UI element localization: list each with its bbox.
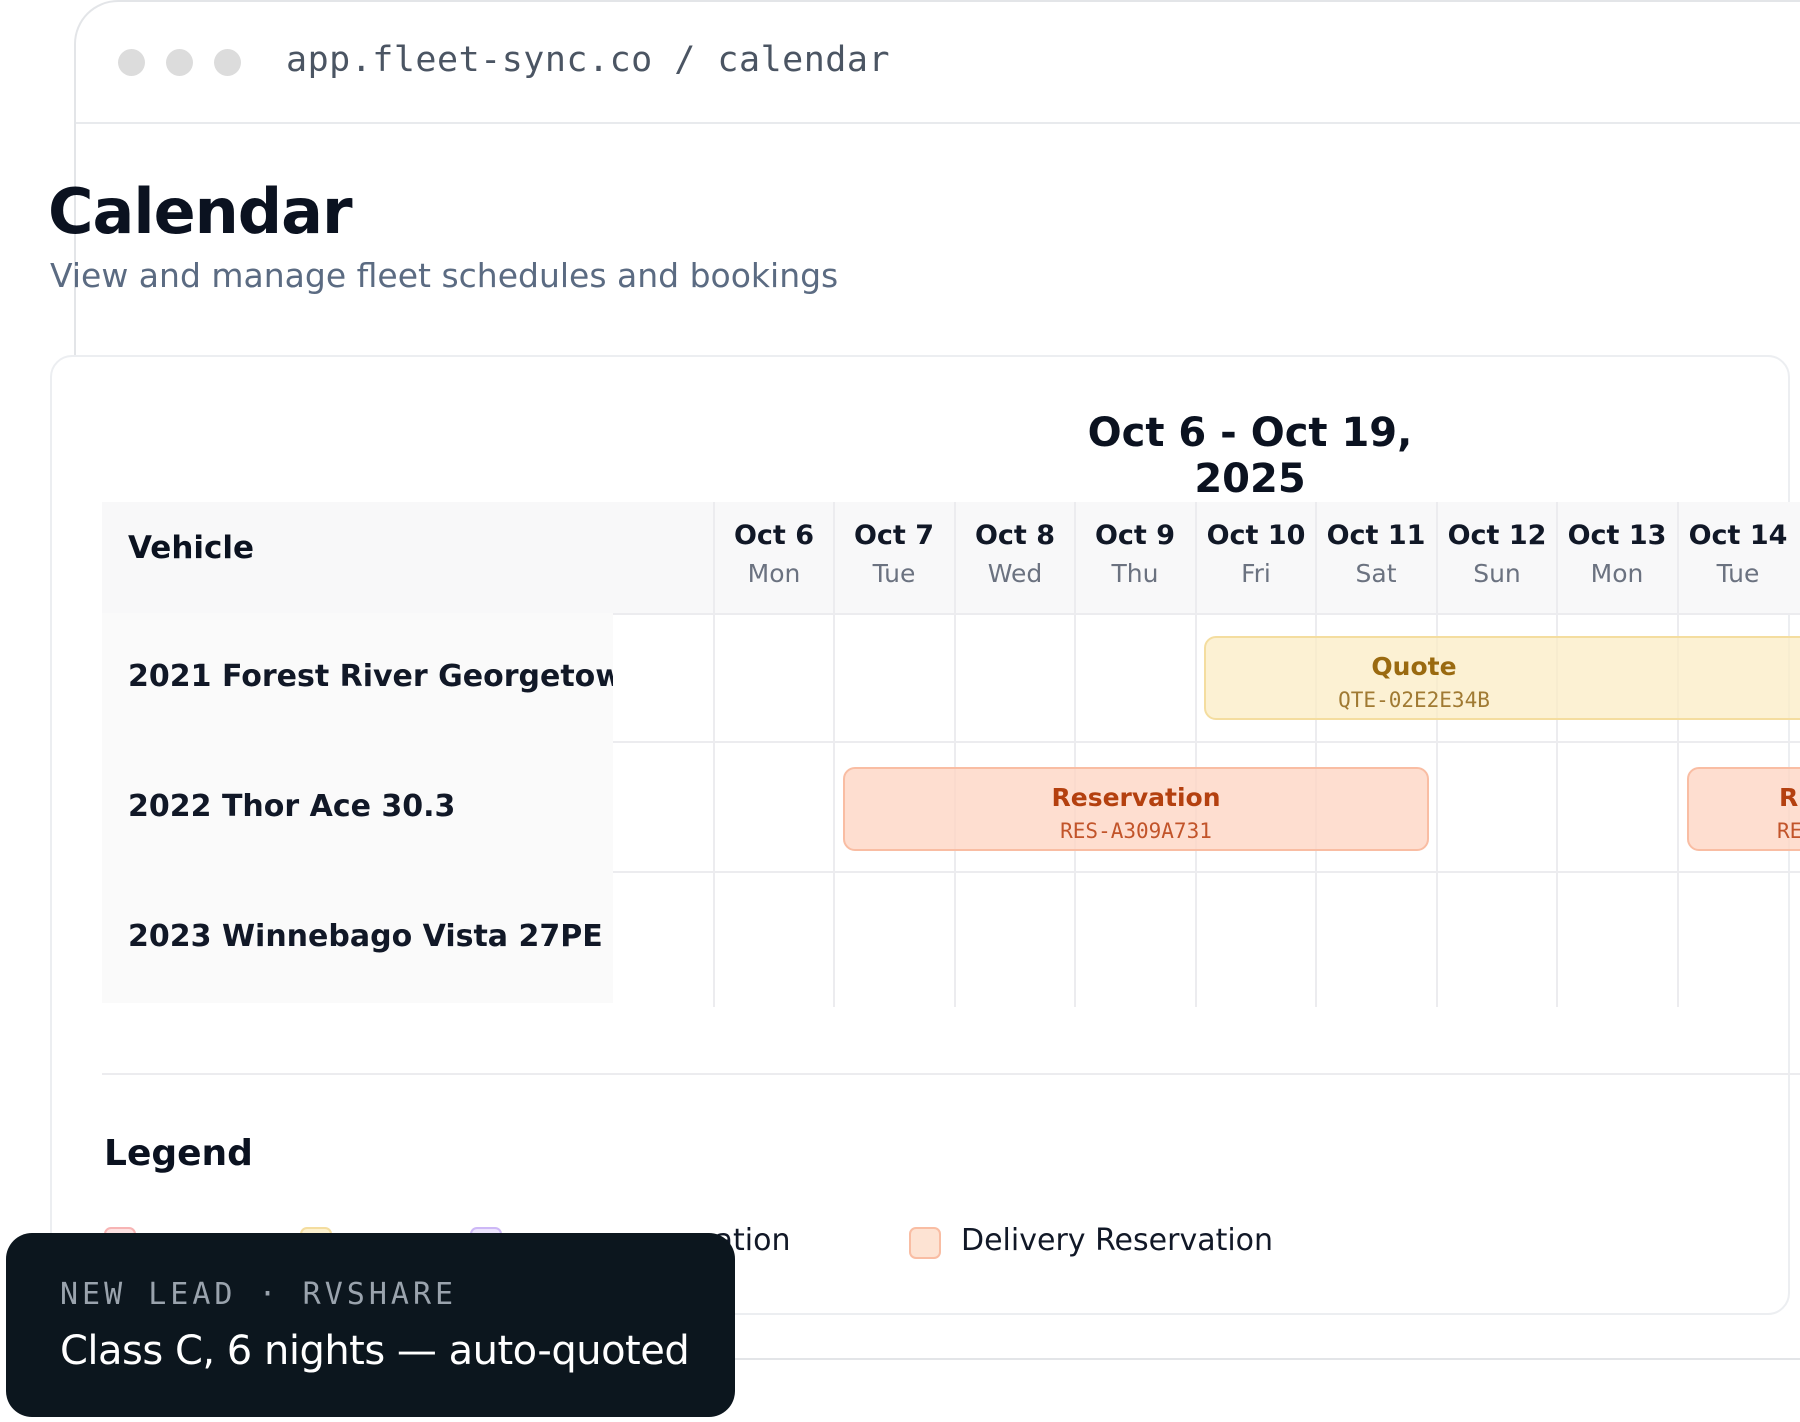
day-column: Oct 11 Sat xyxy=(1315,502,1435,1007)
address-bar: app.fleet-sync.co / calendar xyxy=(76,2,1800,124)
legend-label: Delivery Reservation xyxy=(961,1223,1274,1258)
booking-type: R xyxy=(1779,783,1799,812)
day-weekday: Sun xyxy=(1473,559,1521,588)
booking-code: QTE-02E2E34B xyxy=(1338,688,1490,712)
quote-booking[interactable]: Quote QTE-02E2E34B xyxy=(1204,636,1800,720)
card-divider xyxy=(102,1073,1800,1075)
window-close-dot[interactable] xyxy=(118,49,145,76)
url-text[interactable]: app.fleet-sync.co / calendar xyxy=(286,40,890,80)
day-column: Oct 12 Sun xyxy=(1436,502,1556,1007)
vehicle-label-cell: 2023 Winnebago Vista 27PE xyxy=(102,873,613,1003)
window-minimize-dot[interactable] xyxy=(166,49,193,76)
day-column: Oct 14 Tue xyxy=(1677,502,1797,1007)
vehicle-label-cell: 2021 Forest River Georgetown 5 Ser xyxy=(102,613,613,743)
day-date: Oct 6 xyxy=(733,520,815,551)
day-column: Oct 10 Fri xyxy=(1195,502,1315,1007)
booking-code: RES-A309A731 xyxy=(1060,819,1212,843)
day-column: Oct 13 Mon xyxy=(1556,502,1676,1007)
legend-title: Legend xyxy=(104,1133,253,1174)
vehicle-name[interactable]: 2022 Thor Ace 30.3 xyxy=(128,789,455,824)
day-date: Oct 12 xyxy=(1447,520,1547,551)
calendar-grid: Vehicle 2021 Forest River Georgetown 5 S… xyxy=(102,502,1800,1007)
toast-message: Class C, 6 nights — auto-quoted xyxy=(60,1328,690,1374)
day-weekday: Sat xyxy=(1355,559,1397,588)
window-maximize-dot[interactable] xyxy=(214,49,241,76)
vehicle-name[interactable]: 2021 Forest River Georgetown 5 Ser xyxy=(128,659,613,694)
day-weekday: Mon xyxy=(747,559,801,588)
page-subtitle: View and manage fleet schedules and book… xyxy=(50,256,839,295)
delivery-reservation-swatch xyxy=(909,1227,941,1259)
booking-code: RE xyxy=(1777,819,1800,843)
day-date: Oct 7 xyxy=(853,520,935,551)
day-weekday: Wed xyxy=(987,559,1043,588)
day-weekday: Tue xyxy=(872,559,916,588)
day-date: Oct 9 xyxy=(1094,520,1176,551)
day-column: Oct 6 Mon xyxy=(713,502,833,1007)
vehicle-label-cell: 2022 Thor Ace 30.3 xyxy=(102,743,613,873)
day-weekday: Tue xyxy=(1716,559,1760,588)
day-weekday: Fri xyxy=(1241,559,1271,588)
day-column: Oct 7 Tue xyxy=(833,502,953,1007)
day-column: Oct 8 Wed xyxy=(954,502,1074,1007)
day-column: Oct 9 Thu xyxy=(1074,502,1194,1007)
day-weekday: Thu xyxy=(1111,559,1159,588)
day-date: Oct 13 xyxy=(1567,520,1667,551)
booking-type: Quote xyxy=(1371,652,1457,681)
vehicle-name[interactable]: 2023 Winnebago Vista 27PE xyxy=(128,919,603,954)
day-date: Oct 8 xyxy=(974,520,1056,551)
day-date: Oct 11 xyxy=(1326,520,1426,551)
toast-tag: NEW LEAD · RVSHARE xyxy=(60,1277,458,1312)
vehicle-column-header: Vehicle xyxy=(128,530,255,566)
booking-type: Reservation xyxy=(1051,783,1221,812)
reservation-booking[interactable]: Reservation RES-A309A731 xyxy=(843,767,1429,851)
page-title: Calendar xyxy=(48,175,353,248)
day-weekday: Mon xyxy=(1590,559,1644,588)
reservation-booking[interactable]: R RE xyxy=(1687,767,1800,851)
day-date: Oct 10 xyxy=(1206,520,1306,551)
day-date: Oct 14 xyxy=(1688,520,1788,551)
date-range-label: Oct 6 - Oct 19, 2025 xyxy=(1087,410,1413,502)
notification-toast[interactable]: NEW LEAD · RVSHARE Class C, 6 nights — a… xyxy=(6,1233,735,1417)
